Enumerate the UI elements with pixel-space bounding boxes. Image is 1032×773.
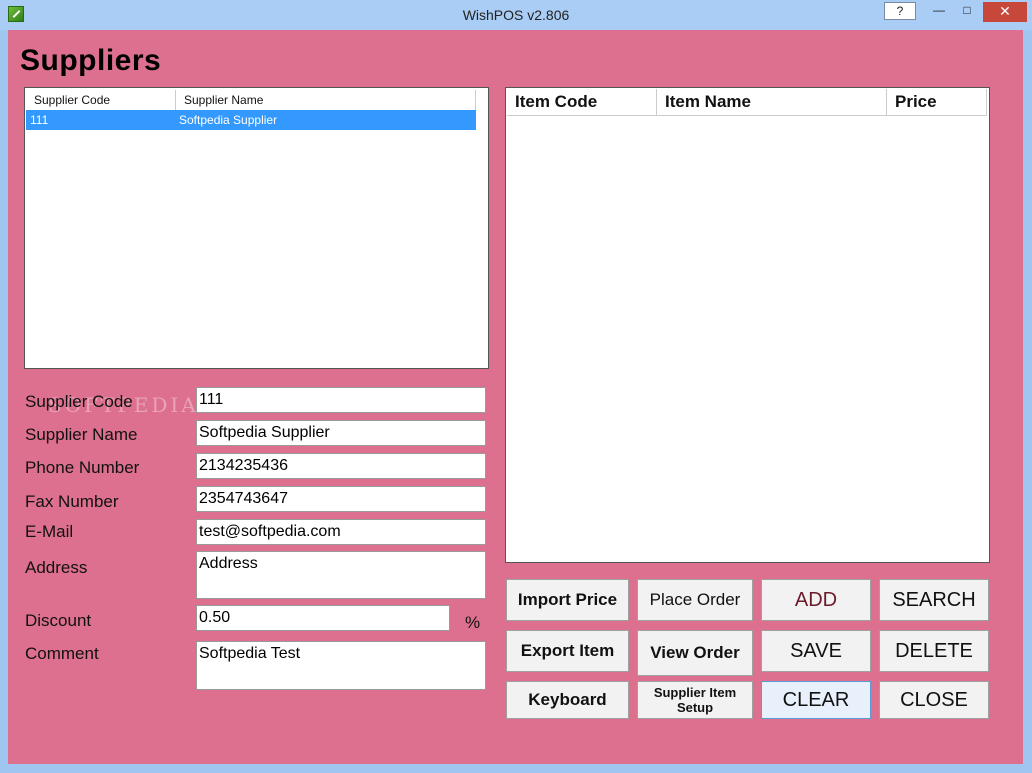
discount-field[interactable]: 0.50 <box>196 605 450 631</box>
clear-button[interactable]: CLEAR <box>761 681 871 719</box>
address-field[interactable]: Address <box>196 551 486 599</box>
minimize-button[interactable]: — <box>928 2 950 20</box>
phone-number-label: Phone Number <box>25 458 140 477</box>
suppliers-form: Suppliers Supplier Code Supplier Name 11… <box>8 30 1023 764</box>
window-title: WishPOS v2.806 <box>462 7 570 23</box>
supplier-name-label: Supplier Name <box>25 425 138 444</box>
import-price-button[interactable]: Import Price <box>506 579 629 621</box>
save-button[interactable]: SAVE <box>761 630 871 672</box>
supplier-name-field[interactable]: Softpedia Supplier <box>196 420 486 446</box>
export-item-button[interactable]: Export Item <box>506 630 629 672</box>
delete-button[interactable]: DELETE <box>879 630 989 672</box>
column-header-item-name[interactable]: Item Name <box>657 89 887 115</box>
supplier-row-code: 111 <box>30 113 49 127</box>
keyboard-button[interactable]: Keyboard <box>506 681 629 719</box>
column-header-supplier-code[interactable]: Supplier Code <box>26 90 176 110</box>
comment-field[interactable]: Softpedia Test <box>196 641 486 690</box>
comment-label: Comment <box>25 644 99 663</box>
column-header-price[interactable]: Price <box>887 89 987 115</box>
supplier-item-list[interactable]: Item Code Item Name Price <box>505 87 990 563</box>
window-close-button[interactable]: ✕ <box>983 2 1027 22</box>
column-header-item-code[interactable]: Item Code <box>507 89 657 115</box>
supplier-item-setup-line1: Supplier Item <box>653 685 737 700</box>
page-title: Suppliers <box>20 44 162 77</box>
email-label: E-Mail <box>25 522 74 541</box>
maximize-button[interactable]: □ <box>956 2 978 20</box>
supplier-row-name: Softpedia Supplier <box>179 113 278 127</box>
fax-number-field[interactable]: 2354743647 <box>196 486 486 512</box>
place-order-button[interactable]: Place Order <box>637 579 753 621</box>
supplier-list-header: Supplier Code Supplier Name <box>26 90 476 111</box>
address-label: Address <box>25 558 88 577</box>
column-header-supplier-name[interactable]: Supplier Name <box>176 90 476 110</box>
search-button[interactable]: SEARCH <box>879 579 989 621</box>
supplier-code-label: Supplier Code <box>25 392 133 411</box>
percent-label: % <box>465 613 481 632</box>
email-field[interactable]: test@softpedia.com <box>196 519 486 545</box>
supplier-list[interactable]: Supplier Code Supplier Name 111 Softpedi… <box>24 87 489 369</box>
supplier-code-field[interactable]: 111 <box>196 387 486 413</box>
discount-label: Discount <box>25 611 92 630</box>
close-button[interactable]: CLOSE <box>879 681 989 719</box>
supplier-row[interactable]: 111 Softpedia Supplier <box>26 110 476 130</box>
item-list-header: Item Code Item Name Price <box>507 89 987 116</box>
fax-number-label: Fax Number <box>25 492 119 511</box>
help-button[interactable]: ? <box>884 2 916 20</box>
phone-number-field[interactable]: 2134235436 <box>196 453 486 479</box>
title-bar[interactable]: WishPOS v2.806 ? — □ ✕ <box>0 0 1032 30</box>
add-button[interactable]: ADD <box>761 579 871 621</box>
view-order-button[interactable]: View Order <box>637 630 753 676</box>
supplier-item-setup-line2: Setup <box>676 700 714 715</box>
supplier-item-setup-button[interactable]: Supplier Item Setup <box>637 681 753 719</box>
app-window: WishPOS v2.806 ? — □ ✕ Suppliers Supplie… <box>0 0 1032 773</box>
